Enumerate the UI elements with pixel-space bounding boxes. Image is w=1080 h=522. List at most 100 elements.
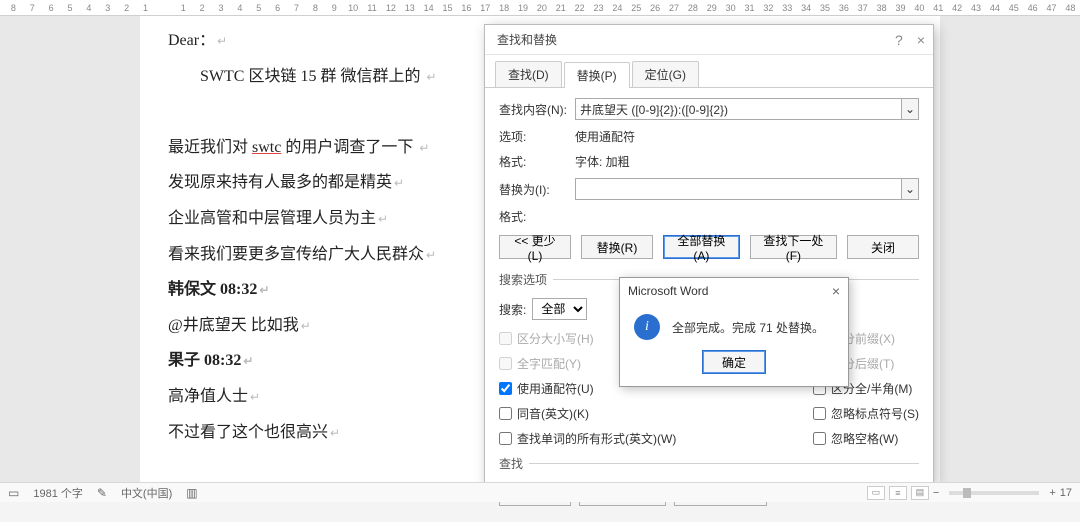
checkbox-label: 忽略标点符号(S) — [831, 405, 919, 422]
ruler-tick: 6 — [42, 3, 61, 13]
chevron-down-icon: ⌄ — [905, 182, 915, 196]
ruler-tick: 7 — [23, 3, 42, 13]
ruler-tick: 32 — [759, 3, 778, 13]
find-dropdown[interactable]: ⌄ — [901, 98, 919, 120]
replace-button[interactable]: 替换(R) — [581, 235, 653, 259]
replace-input[interactable] — [575, 178, 901, 200]
msgbox-close-icon[interactable]: × — [832, 283, 840, 299]
ruler-tick: 4 — [231, 3, 250, 13]
options-value: 使用通配符 — [575, 128, 635, 145]
replace-all-button[interactable]: 全部替换(A) — [663, 235, 740, 259]
chevron-down-icon: ⌄ — [905, 102, 915, 116]
close-icon[interactable]: × — [917, 32, 925, 48]
view-print-button[interactable]: ≡ — [889, 486, 907, 500]
help-icon[interactable]: ? — [895, 32, 903, 48]
message-box: Microsoft Word × i 全部完成。完成 71 处替换。 确定 — [619, 277, 849, 387]
checkbox-input[interactable] — [499, 432, 512, 445]
msgbox-titlebar[interactable]: Microsoft Word × — [620, 278, 848, 304]
option-checkbox[interactable]: 忽略空格(W) — [813, 430, 919, 447]
text: SWTC 区块链 15 群 微信群上的 — [200, 68, 420, 85]
find-input[interactable]: 井底望天 ([0-9]{2}):([0-9]{2}) — [575, 98, 901, 120]
checkbox-input[interactable] — [499, 407, 512, 420]
ruler-tick: 7 — [287, 3, 306, 13]
ruler-tick: 39 — [891, 3, 910, 13]
language-status[interactable]: 中文(中国) — [121, 485, 172, 501]
msgbox-message: 全部完成。完成 71 处替换。 — [672, 319, 824, 336]
word-count[interactable]: 1981 个字 — [33, 485, 83, 501]
ruler-tick: 40 — [910, 3, 929, 13]
ruler-tick: 5 — [61, 3, 80, 13]
ruler-tick: 17 — [476, 3, 495, 13]
ruler-tick: 2 — [117, 3, 136, 13]
checkbox-input[interactable] — [813, 432, 826, 445]
page-icon: ▭ — [8, 486, 19, 500]
ruler-tick: 16 — [457, 3, 476, 13]
dialog-titlebar[interactable]: 查找和替换 ? × — [485, 25, 933, 55]
ruler-tick: 28 — [684, 3, 703, 13]
ruler-tick: 3 — [98, 3, 117, 13]
ruler-tick: 35 — [816, 3, 835, 13]
view-web-button[interactable]: ▤ — [911, 486, 929, 500]
checkbox-label: 忽略空格(W) — [831, 430, 898, 447]
ruler-tick: 31 — [740, 3, 759, 13]
options-label: 选项: — [499, 128, 569, 145]
tab-goto[interactable]: 定位(G) — [632, 61, 699, 87]
zoom-slider[interactable] — [949, 491, 1039, 495]
ruler-tick: 14 — [419, 3, 438, 13]
ruler-tick: 27 — [665, 3, 684, 13]
search-scope-select[interactable]: 全部 — [532, 298, 587, 320]
checkbox-label: 区分大小写(H) — [517, 330, 594, 347]
tab-replace[interactable]: 替换(P) — [564, 62, 630, 88]
checkbox-label: 查找单词的所有形式(英文)(W) — [517, 430, 676, 447]
checkbox-label: 全字匹配(Y) — [517, 355, 581, 372]
ruler-tick: 12 — [382, 3, 401, 13]
ruler-tick: 24 — [608, 3, 627, 13]
ruler-tick: 4 — [80, 3, 99, 13]
format-value: 字体: 加粗 — [575, 153, 630, 170]
ruler-tick: 44 — [986, 3, 1005, 13]
find-replace-dialog: 查找和替换 ? × 查找(D) 替换(P) 定位(G) 查找内容(N): 井底望… — [484, 24, 934, 486]
msgbox-ok-button[interactable]: 确定 — [702, 350, 766, 374]
ruler-tick: 15 — [438, 3, 457, 13]
ruler-tick: 3 — [212, 3, 231, 13]
checkbox-label: 同音(英文)(K) — [517, 405, 589, 422]
proofing-icon[interactable]: ✎ — [97, 486, 107, 500]
search-options-legend: 搜索选项 — [499, 271, 553, 288]
tab-find[interactable]: 查找(D) — [495, 61, 562, 87]
dialog-title: 查找和替换 — [497, 31, 557, 48]
less-button[interactable]: << 更少(L) — [499, 235, 571, 259]
ruler-tick: 10 — [344, 3, 363, 13]
find-label: 查找内容(N): — [499, 101, 569, 118]
text: 的用户调查了一下 — [281, 139, 413, 156]
text-underlined: swtc — [252, 139, 281, 156]
ruler-tick: 6 — [268, 3, 287, 13]
zoom-value[interactable]: 17 — [1060, 487, 1072, 499]
close-button[interactable]: 关闭 — [847, 235, 919, 259]
find-next-button[interactable]: 查找下一处(F) — [750, 235, 837, 259]
horizontal-ruler: 8765432112345678910111213141516171819202… — [0, 0, 1080, 16]
dialog-tabs: 查找(D) 替换(P) 定位(G) — [485, 55, 933, 88]
ruler-tick: 26 — [646, 3, 665, 13]
ruler-tick: 29 — [702, 3, 721, 13]
checkbox-input[interactable] — [813, 407, 826, 420]
option-checkbox[interactable]: 同音(英文)(K) — [499, 405, 676, 422]
ruler-tick: 30 — [721, 3, 740, 13]
option-checkbox[interactable]: 查找单词的所有形式(英文)(W) — [499, 430, 676, 447]
ruler-tick: 1 — [136, 3, 155, 13]
ruler-tick: 11 — [363, 3, 382, 13]
accessibility-icon[interactable]: ▥ — [186, 486, 197, 500]
option-checkbox[interactable]: 忽略标点符号(S) — [813, 405, 919, 422]
ruler-tick: 20 — [533, 3, 552, 13]
ruler-tick: 42 — [948, 3, 967, 13]
replace-dropdown[interactable]: ⌄ — [901, 178, 919, 200]
zoom-in-button[interactable]: + — [1049, 487, 1055, 499]
ruler-tick: 18 — [495, 3, 514, 13]
checkbox-input[interactable] — [499, 382, 512, 395]
zoom-out-button[interactable]: − — [933, 487, 939, 499]
replace-label: 替换为(I): — [499, 181, 569, 198]
view-read-button[interactable]: ▭ — [867, 486, 885, 500]
ruler-tick: 1 — [174, 3, 193, 13]
search-scope-label: 搜索: — [499, 301, 526, 318]
ruler-tick: 46 — [1023, 3, 1042, 13]
checkbox-label: 使用通配符(U) — [517, 380, 594, 397]
